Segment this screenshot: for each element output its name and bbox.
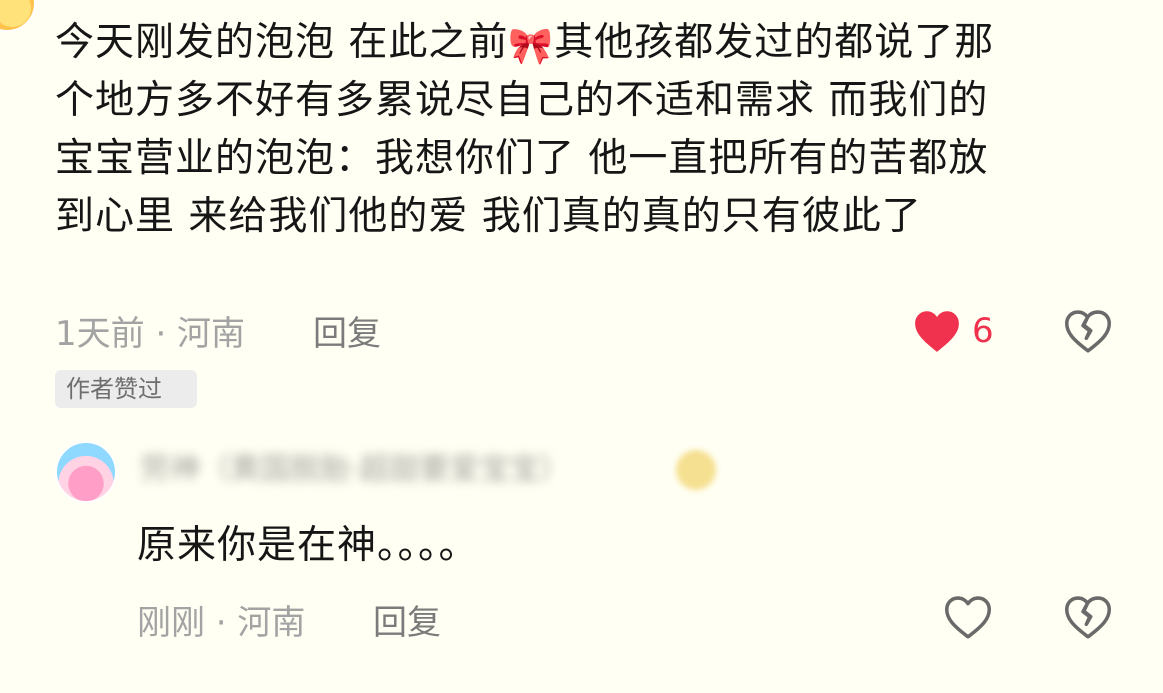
heart-filled-icon [915,311,959,352]
username-emoji-icon [676,450,716,490]
heart-outline-icon [944,596,992,639]
broken-heart-icon [1064,310,1112,353]
comment-thread: 今天刚发的泡泡 在此之前🎀其他孩都发过的都说了那 个地方多不好有多累说尽自己的不… [0,0,1163,693]
reply-button[interactable]: 回复 [313,306,381,355]
comment-meta: 1天前 · 河南 回复 [55,306,381,355]
reply-time-location: 刚刚 · 河南 [137,603,306,643]
like-button[interactable]: 6 [912,306,994,356]
comment-line-1: 今天刚发的泡泡 在此之前🎀其他孩都发过的都说了那 [55,14,1115,72]
reply-to-reply-button[interactable]: 回复 [373,595,441,644]
comment-line-4: 到心里 来给我们他的爱 我们真的真的只有彼此了 [55,194,922,239]
bow-emoji: 🎀 [508,26,555,67]
commenter-avatar[interactable] [0,0,36,32]
author-liked-badge: 作者赞过 [55,370,197,408]
comment-body: 今天刚发的泡泡 在此之前🎀其他孩都发过的都说了那 个地方多不好有多累说尽自己的不… [55,14,1115,246]
comment-line-1-pre: 今天刚发的泡泡 在此之前 [55,20,509,65]
replier-avatar[interactable] [55,441,117,503]
reply-like-button[interactable] [943,593,993,641]
like-count: 6 [972,311,994,351]
reply-body: 原来你是在神。。。。 [137,523,479,568]
comment-time-location: 1天前 · 河南 [55,314,246,354]
reply-dislike-button[interactable] [1063,593,1113,641]
comment-line-1-post: 其他孩都发过的都说了那 [554,20,995,65]
replier-username[interactable]: 劳神（黄国脱胎·超甜要爱宝宝） [140,447,740,493]
broken-heart-icon [1064,596,1112,639]
reply-meta: 刚刚 · 河南 回复 [137,595,441,644]
comment-line-3: 宝宝营业的泡泡：我想你们了 他一直把所有的苦都放 [55,136,989,181]
comment-line-2: 个地方多不好有多累说尽自己的不适和需求 而我们的 [55,78,989,123]
dislike-button[interactable] [1063,307,1113,355]
